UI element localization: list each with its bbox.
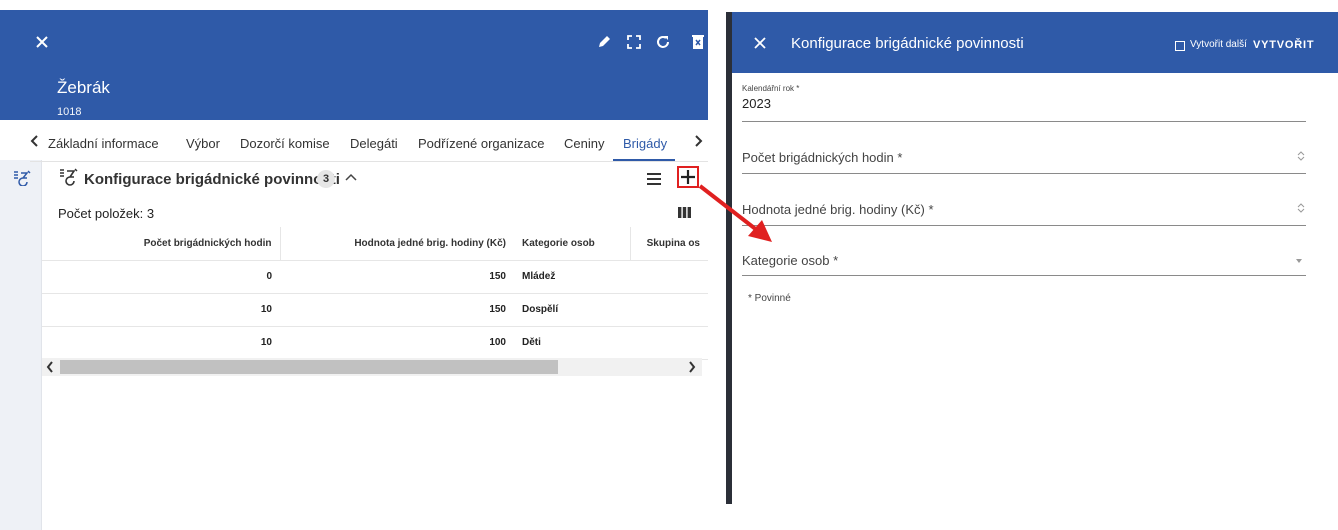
record-detail-pane: Žebrák 1018 Základní informace Výbor Doz… <box>0 0 708 530</box>
tab-valuables[interactable]: Ceniny <box>564 136 604 151</box>
scroll-right-arrow-icon[interactable] <box>688 361 696 373</box>
table-row[interactable]: 10 150 Dospělí <box>42 293 708 327</box>
dropdown-arrow-icon[interactable] <box>1296 259 1302 263</box>
table-cell: 100 <box>280 326 514 360</box>
close-icon[interactable] <box>32 32 52 52</box>
table-header-row: Počet brigádnických hodin Hodnota jedné … <box>42 227 708 261</box>
brigade-config-table: Počet brigádnických hodin Hodnota jedné … <box>42 227 708 360</box>
category-label: Kategorie osob * <box>742 253 839 268</box>
scroll-left-arrow-icon[interactable] <box>46 361 54 373</box>
table-cell: Dospělí <box>514 293 630 327</box>
dialog-header: Konfigurace brigádnické povinnosti Vytvo… <box>732 12 1338 73</box>
column-header[interactable]: Kategorie osob <box>514 227 631 261</box>
fullscreen-icon[interactable] <box>624 32 644 52</box>
record-subtitle: 1018 <box>57 106 82 118</box>
horizontal-scrollbar[interactable] <box>42 358 702 376</box>
hours-field[interactable]: Počet brigádnických hodin * <box>742 142 1306 174</box>
refresh-icon[interactable] <box>653 32 673 52</box>
side-toolbar <box>0 160 42 530</box>
year-field[interactable]: Kalendářní rok * 2023 <box>742 80 1306 122</box>
count-badge: 3 <box>317 170 335 188</box>
scrollbar-thumb[interactable] <box>60 360 558 374</box>
tabs-scroll-right[interactable] <box>693 135 703 147</box>
add-record-button[interactable] <box>677 166 699 188</box>
record-title: Žebrák <box>57 78 110 97</box>
table-row[interactable]: 0 150 Mládež <box>42 260 708 294</box>
dialog-title: Konfigurace brigádnické povinnosti <box>791 35 1024 52</box>
tab-brigades[interactable]: Brigády <box>623 136 667 151</box>
tab-sub-organizations[interactable]: Podřízené organizace <box>418 136 544 151</box>
items-count: Počet položek: 3 <box>58 206 155 221</box>
required-note: * Povinné <box>748 293 791 304</box>
column-header[interactable]: Hodnota jedné brig. hodiny (Kč) <box>280 227 514 261</box>
table-cell: Děti <box>514 326 630 360</box>
category-select[interactable]: Kategorie osob * <box>742 246 1306 276</box>
column-header[interactable]: Počet brigádnických hodin <box>42 227 281 261</box>
year-value[interactable]: 2023 <box>742 96 771 111</box>
number-spinner-icon[interactable] <box>1296 202 1306 214</box>
table-cell: 10 <box>42 326 280 360</box>
tab-supervisory-board[interactable]: Dozorčí komise <box>240 136 330 151</box>
brigade-config-icon <box>59 168 79 186</box>
close-icon[interactable] <box>754 37 766 49</box>
hour-value-field[interactable]: Hodnota jedné brig. hodiny (Kč) * <box>742 194 1306 226</box>
number-spinner-icon[interactable] <box>1296 150 1306 162</box>
list-view-icon[interactable] <box>647 173 661 185</box>
create-another-checkbox[interactable] <box>1175 41 1185 51</box>
record-header: Žebrák 1018 <box>0 10 708 120</box>
hour-value-label: Hodnota jedné brig. hodiny (Kč) * <box>742 202 934 217</box>
table-cell <box>630 260 708 294</box>
pane-divider <box>708 0 728 530</box>
table-row[interactable]: 10 100 Děti <box>42 326 708 360</box>
collapse-chevron-icon[interactable] <box>345 173 357 181</box>
tab-committee[interactable]: Výbor <box>186 136 220 151</box>
year-label: Kalendářní rok * <box>742 84 800 93</box>
section-title: Konfigurace brigádnické povinnosti <box>84 171 340 188</box>
tab-basic-info[interactable]: Základní informace <box>48 136 159 151</box>
column-header[interactable]: Skupina os <box>630 227 708 261</box>
table-cell <box>630 293 708 327</box>
brigade-config-icon[interactable] <box>13 170 31 186</box>
table-cell: 10 <box>42 293 280 327</box>
tab-bar: Základní informace Výbor Dozorčí komise … <box>30 124 708 162</box>
table-cell: Mládež <box>514 260 630 294</box>
create-button[interactable]: VYTVOŘIT <box>1253 39 1314 51</box>
create-another-label: Vytvořit další <box>1190 39 1247 50</box>
table-cell: 0 <box>42 260 280 294</box>
edit-icon[interactable] <box>594 32 614 52</box>
columns-icon[interactable] <box>678 207 691 218</box>
hours-label: Počet brigádnických hodin * <box>742 150 903 165</box>
table-cell: 150 <box>280 260 514 294</box>
delete-icon[interactable] <box>691 32 705 52</box>
tab-delegates[interactable]: Delegáti <box>350 136 398 151</box>
create-dialog: Konfigurace brigádnické povinnosti Vytvo… <box>732 12 1338 504</box>
active-tab-indicator <box>613 159 675 161</box>
table-cell <box>630 326 708 360</box>
table-cell: 150 <box>280 293 514 327</box>
